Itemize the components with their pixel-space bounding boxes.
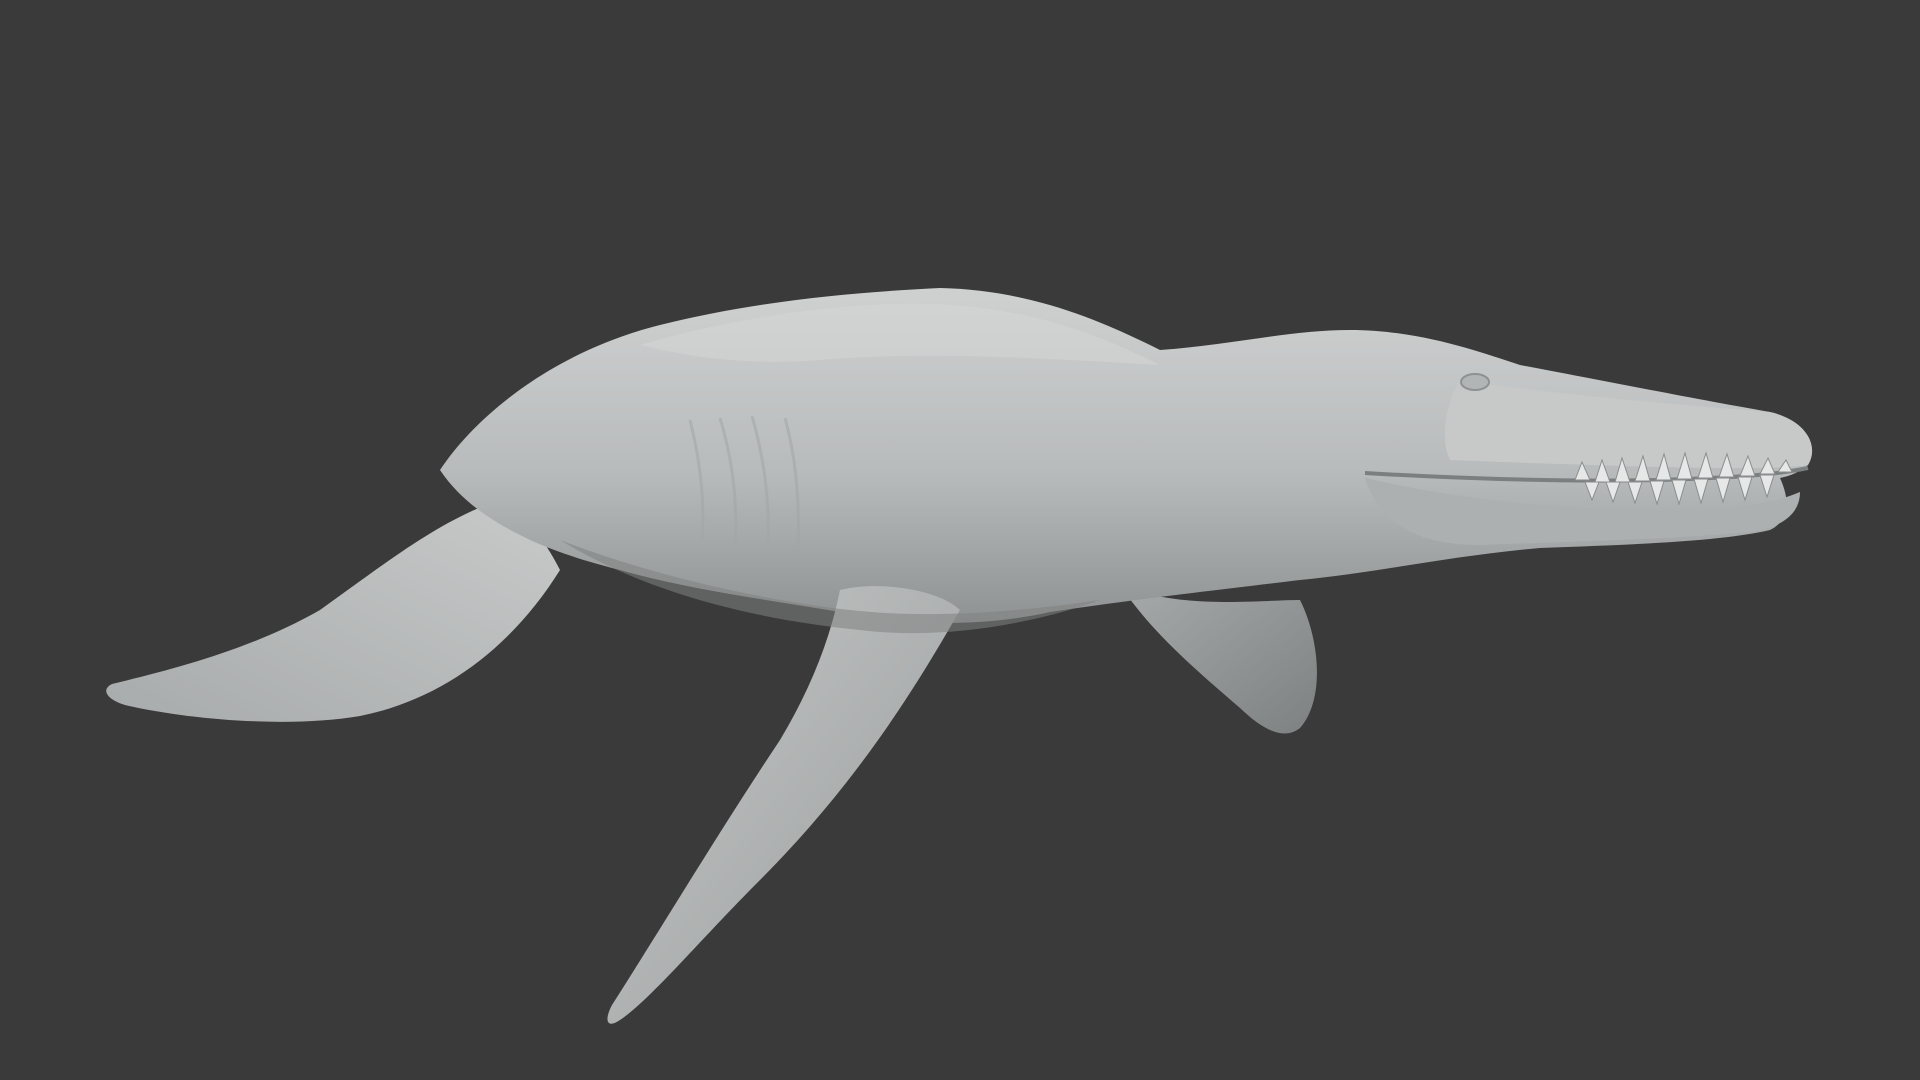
- sculpt-render: [106, 288, 1813, 1024]
- 3d-viewport[interactable]: [0, 0, 1920, 1080]
- rear-flipper: [1120, 585, 1317, 734]
- eye: [1460, 373, 1490, 391]
- tail-fluke: [106, 500, 560, 722]
- front-flipper: [607, 586, 960, 1024]
